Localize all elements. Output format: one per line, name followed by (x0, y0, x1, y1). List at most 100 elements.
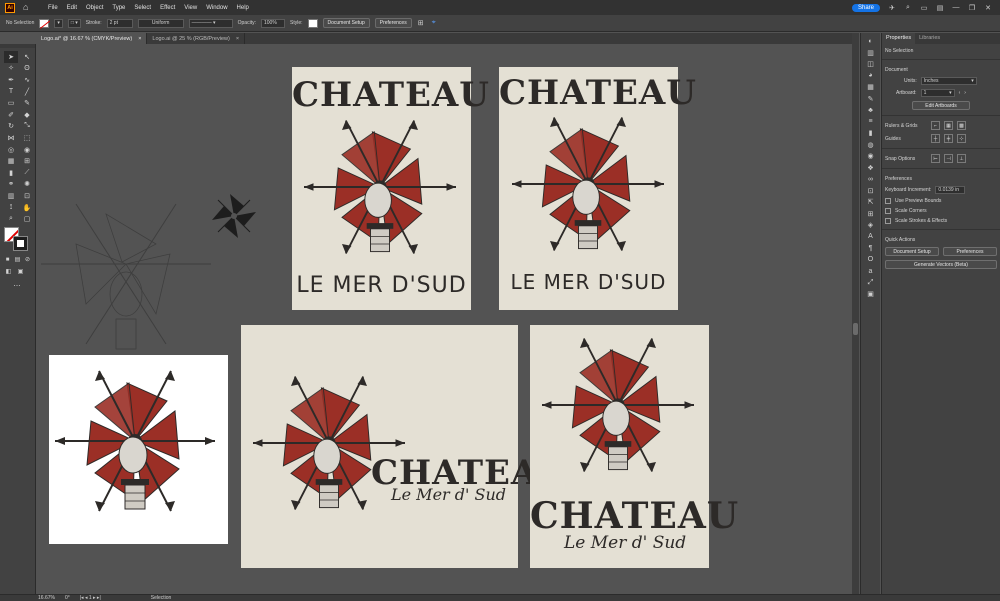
brushes-panel-icon[interactable]: ✎ (867, 95, 875, 103)
scale-corners-checkbox[interactable] (885, 208, 891, 214)
artboard-bottom-right[interactable]: CHATEAU Le Mer d' Sud (530, 325, 738, 568)
minimize-icon[interactable]: — (952, 4, 960, 12)
graphic-styles-panel-icon[interactable]: ❖ (867, 164, 875, 172)
document-setup-button[interactable]: Document Setup (322, 18, 370, 28)
tab-libraries[interactable]: Libraries (915, 33, 944, 44)
transform-icon[interactable]: ⌖ (430, 19, 438, 27)
perspective-grid-tool-icon[interactable]: ▦ (4, 155, 18, 167)
blend-tool-icon[interactable]: ⚭ (4, 179, 18, 191)
style-swatch[interactable] (307, 18, 318, 28)
scale-tool-icon[interactable]: ⤡ (20, 121, 34, 133)
stroke-profile-dropdown[interactable]: Uniform (137, 18, 184, 28)
small-pinwheel-icon[interactable] (212, 194, 256, 238)
pathfinder-panel-icon[interactable]: ◈ (867, 221, 875, 229)
free-transform-tool-icon[interactable]: ⬚ (20, 132, 34, 144)
units-select[interactable]: Inches ▾ (920, 77, 977, 85)
opentype-panel-icon[interactable]: O (867, 256, 875, 264)
line-tool-icon[interactable]: ╱ (20, 86, 34, 98)
glyphs-panel-icon[interactable]: a (867, 267, 875, 275)
workspace-icon[interactable]: ▤ (936, 4, 944, 12)
guides-icon[interactable]: ┼ (931, 134, 940, 143)
close-tab-icon[interactable]: × (236, 36, 239, 42)
properties-panel-icon[interactable]: ◐ (867, 37, 875, 45)
align-panel-icon[interactable]: ⊞ (867, 210, 875, 218)
search-icon[interactable]: ⌕ (904, 4, 912, 12)
paragraph-panel-icon[interactable]: ¶ (867, 244, 875, 252)
stroke-color-swatch[interactable] (13, 236, 28, 251)
transparency-grid-icon[interactable]: ▩ (957, 121, 966, 130)
menu-window[interactable]: Window (206, 5, 227, 11)
character-panel-icon[interactable]: A (867, 233, 875, 241)
snap-point-icon[interactable]: ⊢ (931, 154, 940, 163)
snap-glyph-icon[interactable]: ⊥ (957, 154, 966, 163)
column-graph-tool-icon[interactable]: ▥ (4, 190, 18, 202)
stroke-weight-field[interactable]: 2 pt (106, 18, 133, 28)
share-button[interactable]: Share (851, 3, 880, 12)
menu-edit[interactable]: Edit (67, 5, 77, 11)
generate-vectors-button[interactable]: Generate Vectors (Beta) (885, 260, 997, 269)
tab-logo-rgb[interactable]: Logo.ai @ 25 % (RGB/Preview) × (147, 33, 246, 44)
draw-normal-icon[interactable]: ◧ (4, 267, 13, 276)
width-tool-icon[interactable]: ⋈ (4, 132, 18, 144)
preferences-button[interactable]: Preferences (374, 18, 412, 28)
close-icon[interactable]: ✕ (984, 4, 992, 12)
menu-type[interactable]: Type (112, 5, 125, 11)
navigator-panel-icon[interactable]: ▣ (867, 290, 875, 298)
fill-stroke-widget[interactable] (4, 227, 30, 253)
artboard-top-left[interactable]: CHATEAU LE MER D'SUD (292, 67, 489, 310)
scale-strokes-checkbox[interactable] (885, 218, 891, 224)
direct-selection-tool-icon[interactable]: ↖ (20, 51, 34, 63)
stroke-color-dropdown[interactable]: □ ▾ (67, 18, 81, 28)
screen-mode-icon[interactable]: ▣ (16, 267, 25, 276)
menu-file[interactable]: File (48, 5, 58, 11)
menu-object[interactable]: Object (86, 5, 103, 11)
canvas[interactable]: CHATEAU LE MER D'SUD CHATEAU LE MER D'SU… (36, 44, 852, 594)
artboards-panel-icon[interactable]: ⊡ (867, 187, 875, 195)
color-panel-icon[interactable]: ◕ (867, 72, 875, 80)
zoom-level[interactable]: 16.67% (38, 595, 55, 601)
pen-tool-icon[interactable]: ✒ (4, 74, 18, 86)
type-tool-icon[interactable]: T (4, 86, 18, 98)
mesh-tool-icon[interactable]: ⊞ (20, 155, 34, 167)
gradient-panel-icon[interactable]: ▮ (867, 129, 875, 137)
home-icon[interactable]: ⌂ (23, 3, 32, 12)
snap-pixel-icon[interactable]: ⊣ (944, 154, 953, 163)
stroke-panel-icon[interactable]: ≡ (867, 118, 875, 126)
color-icon[interactable]: ■ (4, 256, 11, 263)
print-tiling-tool-icon[interactable]: ▢ (20, 213, 34, 225)
edit-artboards-button[interactable]: Edit Artboards (912, 101, 970, 110)
artboard-next-icon[interactable]: › (964, 90, 966, 96)
use-preview-bounds-checkbox[interactable] (885, 198, 891, 204)
layers-panel-icon[interactable]: ◫ (867, 60, 875, 68)
fill-swatch[interactable] (39, 18, 50, 28)
curvature-tool-icon[interactable]: ∿ (20, 74, 34, 86)
menu-help[interactable]: Help (237, 5, 249, 11)
align-icon[interactable]: ⊞ (417, 19, 425, 27)
rotation-value[interactable]: 0° (65, 595, 70, 601)
transform-panel-icon[interactable]: ⤢ (867, 279, 875, 287)
selection-tool-icon[interactable]: ➤ (4, 51, 18, 63)
sketch-pinwheel[interactable] (41, 203, 211, 350)
slice-tool-icon[interactable]: ⟟ (4, 202, 18, 214)
menu-effect[interactable]: Effect (160, 5, 175, 11)
opacity-field[interactable]: 100% (260, 18, 285, 28)
links-panel-icon[interactable]: ∞ (867, 175, 875, 183)
brush-dropdown[interactable]: ———— ▾ (188, 18, 233, 28)
close-tab-icon[interactable]: × (138, 36, 141, 42)
vertical-scrollbar[interactable] (852, 33, 859, 594)
artboard-nav[interactable]: |◂ ◂ 1 ▸ ▸| (80, 595, 101, 601)
artboard-select[interactable]: 1 ▾ (920, 89, 955, 97)
rotate-tool-icon[interactable]: ↻ (4, 121, 18, 133)
none-icon[interactable]: ⊘ (24, 256, 31, 263)
rocket-icon[interactable]: ✈ (888, 4, 896, 12)
eyedropper-tool-icon[interactable]: ⟋ (20, 167, 34, 179)
gradient-tool-icon[interactable]: ▮ (4, 167, 18, 179)
hand-tool-icon[interactable]: ✋ (20, 202, 34, 214)
shape-builder-tool-icon[interactable]: ◎ (4, 144, 18, 156)
artboard-tool-icon[interactable]: ⊡ (20, 190, 34, 202)
artboard-bottom-left[interactable] (49, 355, 228, 544)
grid-icon[interactable]: ▦ (944, 121, 953, 130)
artboard-top-right[interactable]: CHATEAU LE MER D'SUD (499, 67, 696, 310)
document-setup-quick-button[interactable]: Document Setup (885, 247, 939, 256)
gradient-icon[interactable]: ▤ (14, 256, 21, 263)
